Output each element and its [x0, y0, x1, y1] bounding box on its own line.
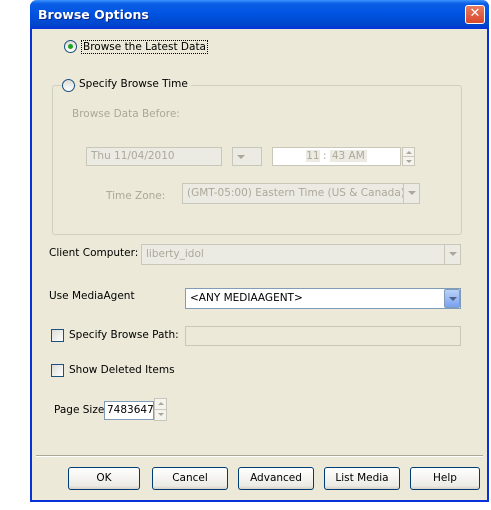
spin-down-icon[interactable] [403, 157, 414, 166]
spin-down-icon[interactable] [155, 410, 166, 421]
spin-up-icon[interactable] [155, 399, 166, 410]
show-deleted-label[interactable]: Show Deleted Items [69, 364, 175, 376]
time-rest: 43 AM [329, 150, 367, 162]
cancel-button[interactable]: Cancel [152, 467, 228, 490]
dialog-title: Browse Options [38, 7, 149, 22]
chevron-down-icon[interactable] [444, 289, 460, 308]
client-computer-label: Client Computer: [49, 247, 139, 259]
ok-button[interactable]: OK [68, 467, 140, 490]
advanced-button[interactable]: Advanced [238, 467, 314, 490]
date-dropdown-button[interactable] [232, 147, 262, 166]
browse-latest-label[interactable]: Browse the Latest Data [81, 40, 208, 54]
page-size-spinner[interactable] [154, 398, 167, 421]
timezone-select[interactable]: (GMT-05:00) Eastern Time (US & Canada) [182, 183, 420, 204]
page-size-label: Page Size: [54, 404, 108, 416]
page-size-input[interactable]: 7483647 [104, 401, 154, 420]
show-deleted-checkbox[interactable] [51, 364, 64, 377]
client-computer-select[interactable]: liberty_idol [141, 244, 461, 265]
time-hour: 11 [306, 150, 320, 162]
browse-path-input[interactable] [185, 326, 461, 346]
specify-browse-path-label[interactable]: Specify Browse Path: [69, 329, 179, 341]
date-value: Thu 11/04/2010 [91, 150, 175, 162]
specify-browse-time-label[interactable]: Specify Browse Time [76, 78, 191, 90]
page-size-value: 7483647 [107, 404, 154, 416]
media-agent-select[interactable]: <ANY MEDIAAGENT> [185, 288, 461, 309]
chevron-down-icon [444, 245, 460, 264]
browse-before-label: Browse Data Before: [72, 108, 180, 120]
time-spinner[interactable] [402, 147, 415, 166]
chevron-down-icon [233, 148, 261, 165]
timezone-value: (GMT-05:00) Eastern Time (US & Canada) [187, 187, 405, 199]
client-computer-value: liberty_idol [146, 248, 204, 260]
footer-separator [36, 455, 483, 457]
specify-browse-path-checkbox[interactable] [51, 329, 64, 342]
media-agent-value: <ANY MEDIAAGENT> [190, 292, 303, 304]
timezone-label: Time Zone: [106, 190, 166, 202]
help-button[interactable]: Help [410, 467, 480, 490]
time-field[interactable]: 11 : 43 AM [272, 147, 401, 166]
date-field[interactable]: Thu 11/04/2010 [86, 147, 222, 166]
close-icon[interactable]: ✕ [465, 5, 485, 24]
list-media-button[interactable]: List Media [324, 467, 400, 490]
specify-browse-time-radio[interactable] [62, 79, 75, 92]
chevron-down-icon [403, 184, 419, 203]
browse-latest-radio[interactable] [64, 40, 77, 53]
spin-up-icon[interactable] [403, 148, 414, 157]
time-separator: : [322, 150, 327, 162]
title-bar: Browse Options ✕ [30, 0, 489, 29]
media-agent-label: Use MediaAgent [49, 290, 135, 302]
browse-options-dialog: Browse Options ✕ Browse the Latest Data … [30, 0, 489, 502]
